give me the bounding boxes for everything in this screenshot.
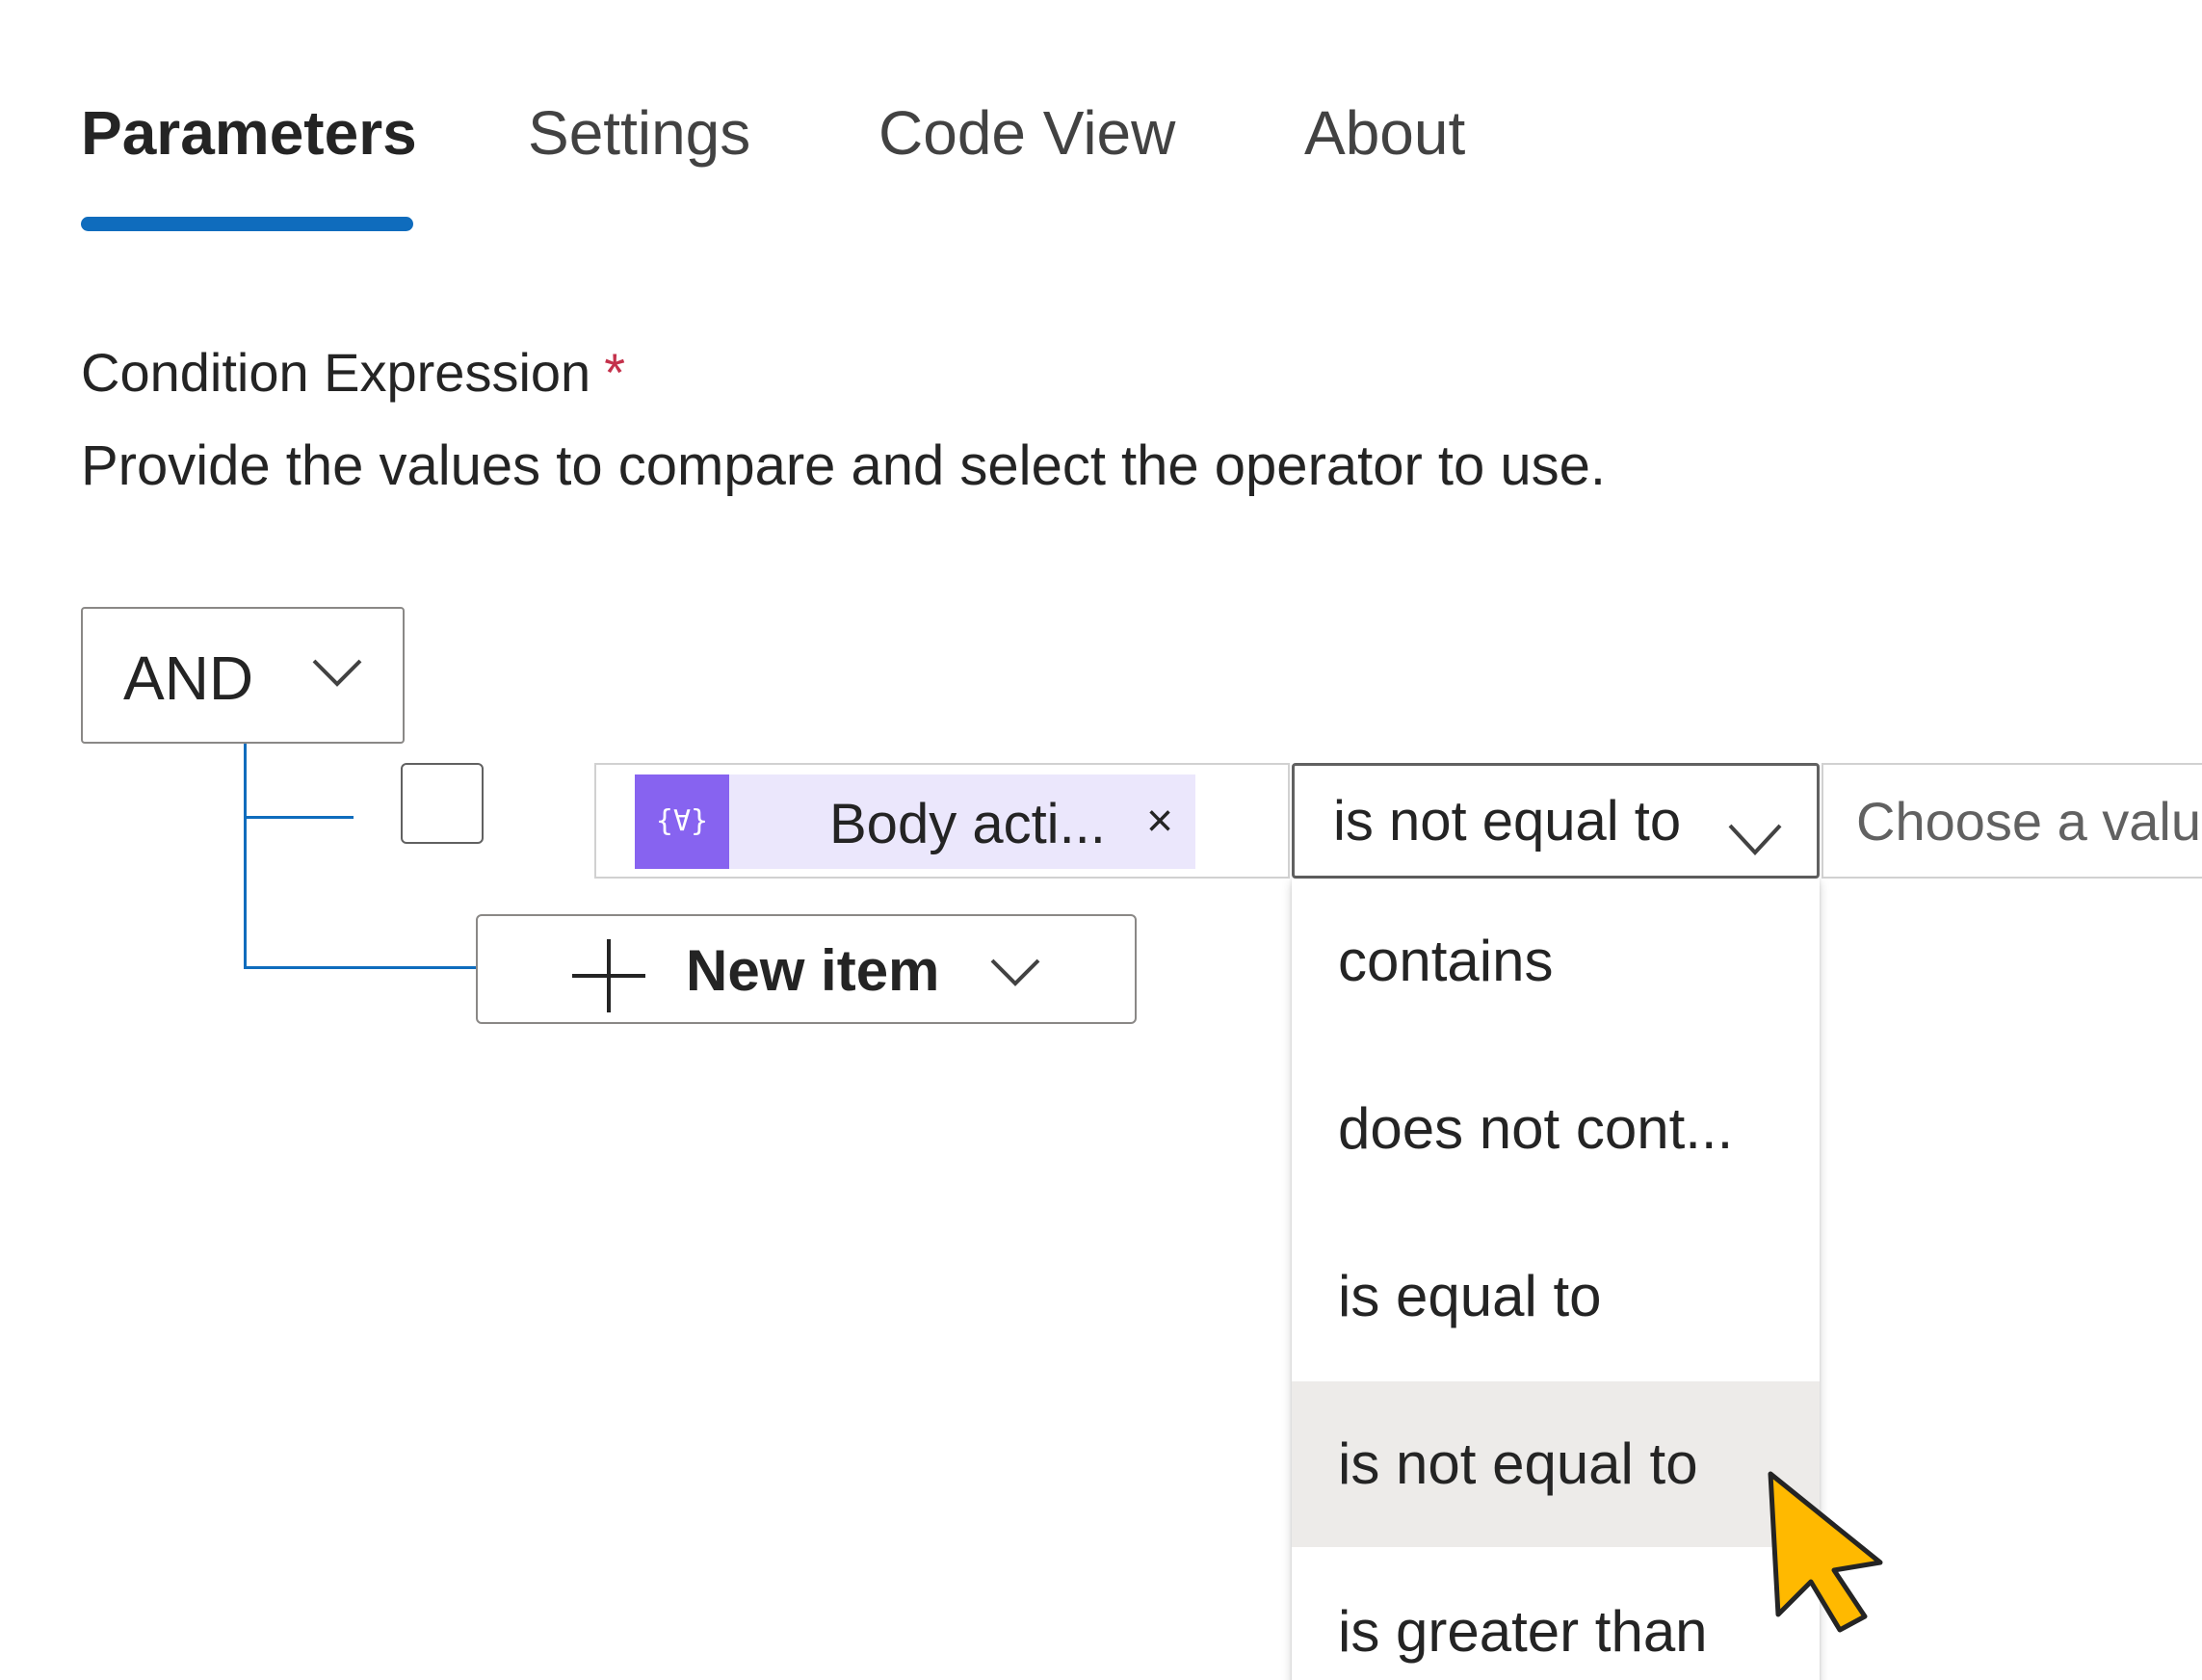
operator-option-does-not-contain[interactable]: does not cont... bbox=[1292, 1046, 1820, 1212]
chevron-down-icon bbox=[990, 958, 1040, 986]
operator-menu: contains does not cont... is equal to is… bbox=[1292, 879, 1820, 1680]
dynamic-content-token[interactable]: {∀} Body acti... × bbox=[635, 774, 1195, 869]
operator-dropdown[interactable]: is not equal to bbox=[1292, 763, 1820, 879]
group-operator-dropdown[interactable]: AND bbox=[81, 607, 405, 744]
tree-connector-new-item bbox=[244, 966, 476, 969]
tree-connector-row bbox=[244, 816, 354, 819]
condition-row-checkbox[interactable] bbox=[401, 763, 484, 844]
chevron-down-icon bbox=[1728, 824, 1782, 855]
left-operand-field[interactable]: {∀} Body acti... × bbox=[594, 763, 1290, 879]
required-marker: * bbox=[604, 342, 625, 403]
new-item-label: New item bbox=[686, 938, 940, 1003]
group-operator-value: AND bbox=[123, 643, 254, 713]
operator-option-is-equal-to[interactable]: is equal to bbox=[1292, 1214, 1820, 1379]
new-item-button[interactable]: New item bbox=[476, 914, 1137, 1024]
token-label: Body acti... bbox=[829, 793, 1106, 855]
field-label-text: Condition Expression bbox=[81, 342, 591, 403]
active-tab-indicator bbox=[81, 217, 413, 231]
dynamic-content-icon: {∀} bbox=[635, 774, 729, 869]
tree-connector-vertical bbox=[244, 744, 247, 969]
close-icon[interactable]: × bbox=[1136, 796, 1184, 848]
tab-parameters[interactable]: Parameters bbox=[81, 94, 417, 171]
chevron-down-icon bbox=[312, 659, 362, 687]
tab-about[interactable]: About bbox=[1304, 94, 1465, 171]
operator-option-is-not-equal-to[interactable]: is not equal to bbox=[1292, 1381, 1820, 1547]
field-description: Provide the values to compare and select… bbox=[81, 434, 1607, 497]
operator-option-is-greater-than[interactable]: is greater than bbox=[1292, 1549, 1820, 1680]
tab-settings[interactable]: Settings bbox=[528, 94, 750, 171]
plus-icon bbox=[572, 939, 645, 1012]
operator-selected-value: is not equal to bbox=[1333, 790, 1682, 853]
tab-code-view[interactable]: Code View bbox=[878, 94, 1175, 171]
condition-expression-label: Condition Expression * bbox=[81, 339, 625, 407]
operator-option-contains[interactable]: contains bbox=[1292, 879, 1820, 1044]
condition-parameters-panel: Parameters Settings Code View About Cond… bbox=[0, 0, 2202, 1680]
right-operand-input[interactable] bbox=[1822, 763, 2202, 879]
